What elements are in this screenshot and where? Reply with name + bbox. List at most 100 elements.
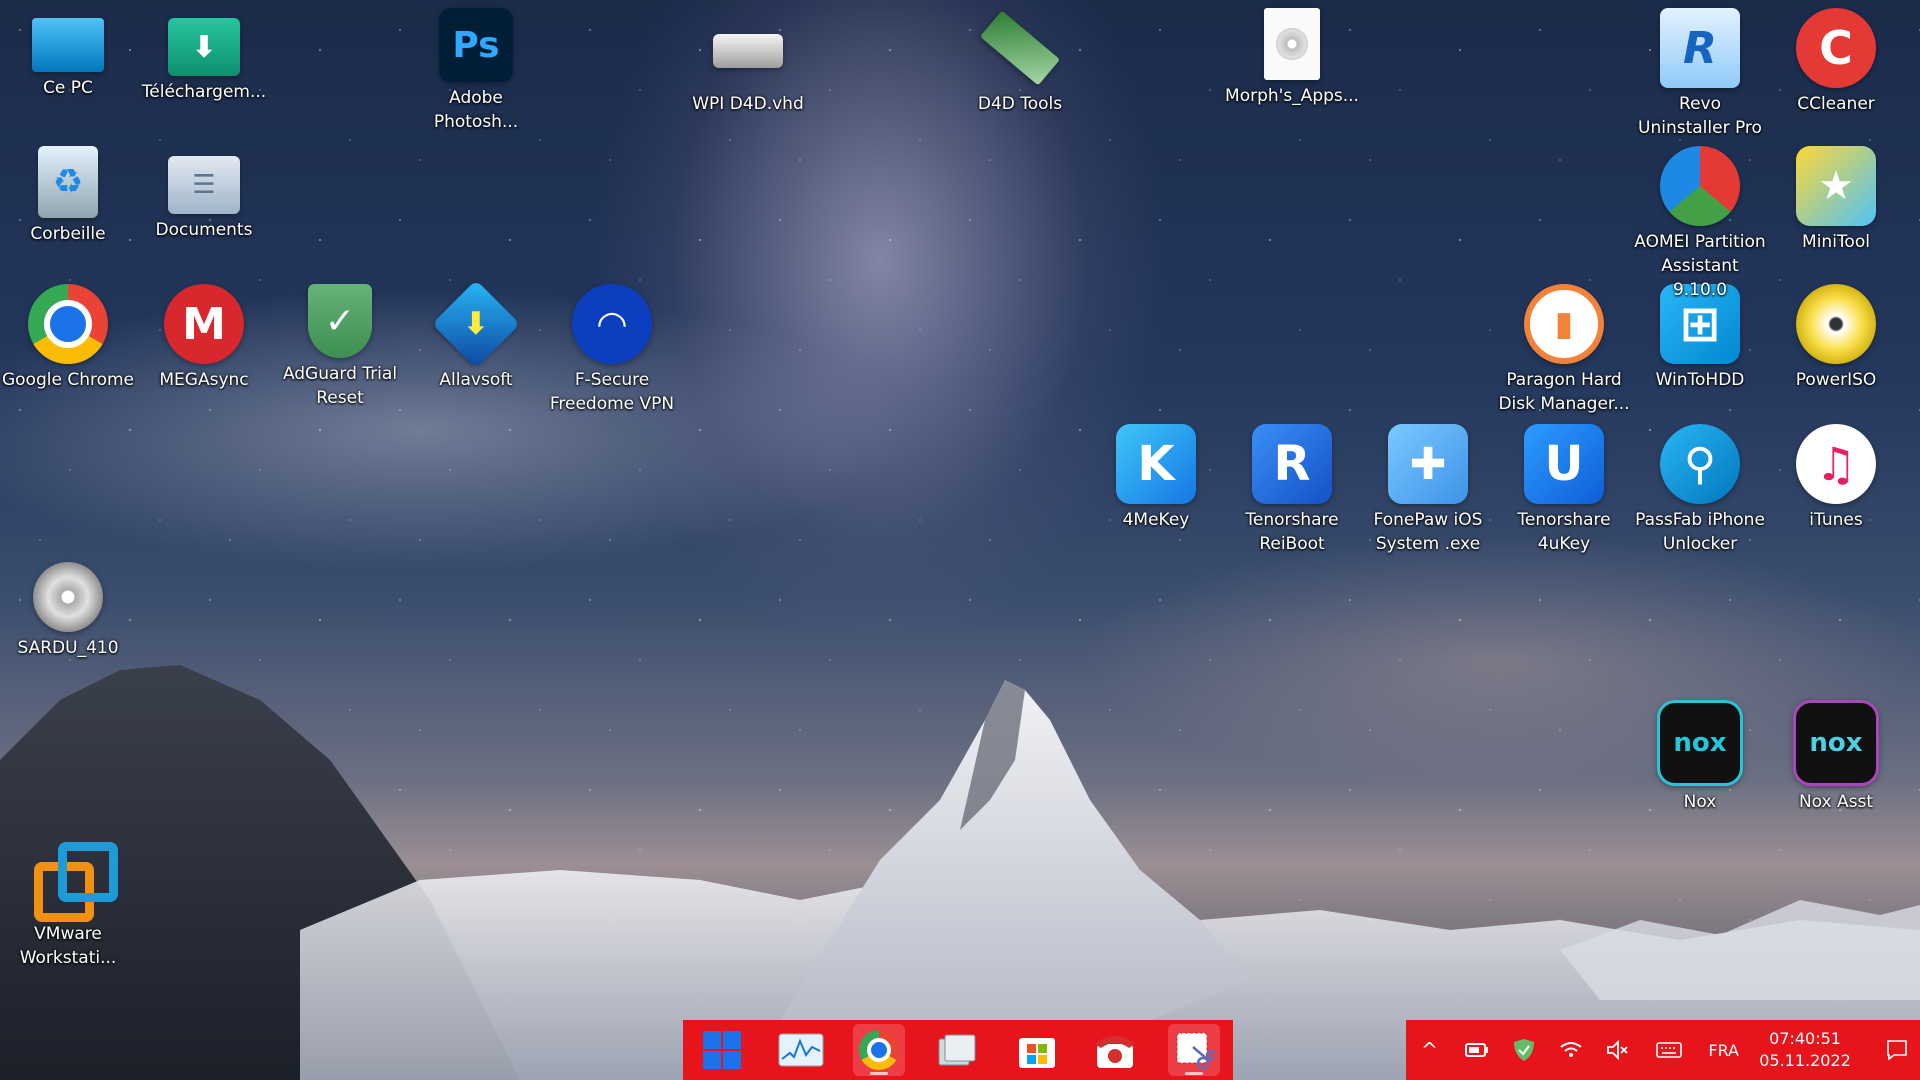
system-tray: ^ FRA 07:40:51 05.11.2022 [1406, 1020, 1920, 1080]
vmware-icon [28, 838, 118, 922]
clock-button[interactable]: 07:40:51 05.11.2022 [1751, 1028, 1859, 1072]
desktop-icon-adguard[interactable]: ✓ AdGuard Trial Reset [272, 284, 408, 410]
task-monitor-button[interactable] [775, 1024, 827, 1076]
desktop-icon-label: AdGuard Trial Reset [282, 364, 398, 408]
paragon-icon: ▮ [1524, 284, 1604, 364]
activity-monitor-icon [778, 1033, 824, 1067]
desktop-icon-revo[interactable]: R Revo Uninstaller Pro [1632, 8, 1768, 140]
volume-muted-icon [1606, 1040, 1628, 1060]
desktop-icon-vmware[interactable]: VMware Workstati... [0, 838, 136, 970]
desktop-icon-label: Morph's_Apps... [1225, 86, 1359, 106]
desktop-icon-documents[interactable]: ☰ Documents [136, 146, 272, 242]
4ukey-icon: U [1524, 424, 1604, 504]
nox-icon: nox [1657, 700, 1743, 786]
allavsoft-icon: ⬇ [431, 279, 521, 369]
input-language-indicator[interactable]: FRA [1696, 1041, 1751, 1060]
telephone-icon [1095, 1036, 1136, 1068]
desktop-icon-d4d-tools[interactable]: D4D Tools [952, 8, 1088, 116]
desktop-icon-label: Adobe Photosh... [433, 88, 519, 132]
desktop-icon-label: AOMEI Partition Assistant 9.10.0 [1634, 232, 1766, 300]
desktop-icon-label: Nox [1683, 792, 1717, 812]
desktop-icon-label: MiniTool [1802, 232, 1870, 252]
desktop-icon-label: Google Chrome [1, 370, 135, 390]
desktop-icon-poweriso[interactable]: PowerISO [1768, 284, 1904, 392]
desktop-icon-morphs-apps[interactable]: Morph's_Apps... [1224, 8, 1360, 108]
desktop-icon-sardu[interactable]: SARDU_410 [0, 562, 136, 660]
desktop-icon-label: Documents [155, 220, 253, 240]
desktop-icon-label: MEGAsync [159, 370, 249, 390]
4mekey-icon: K [1116, 424, 1196, 504]
desktop-icon-label: Allavsoft [439, 370, 513, 390]
desktop-icon-fonepaw[interactable]: ✚ FonePaw iOS System .exe [1360, 424, 1496, 556]
desktop-icon-freedome[interactable]: ◠ F-Secure Freedome VPN [544, 284, 680, 416]
desktop-icon-telechargements[interactable]: ⬇ Téléchargem... [136, 8, 272, 104]
nox-asst-icon: nox [1793, 700, 1879, 786]
desktop-icon-aomei[interactable]: AOMEI Partition Assistant 9.10.0 [1632, 146, 1768, 302]
iso-file-icon [1264, 8, 1320, 80]
desktop-icon-megasync[interactable]: M MEGAsync [136, 284, 272, 392]
desktop-icon-minitool[interactable]: ★ MiniTool [1768, 146, 1904, 254]
shield-icon [1513, 1039, 1534, 1061]
desktop-icon-label: Revo Uninstaller Pro [1638, 94, 1762, 138]
desktop-icon-label: PowerISO [1795, 370, 1877, 390]
touch-keyboard-button[interactable] [1641, 1020, 1696, 1080]
scissors-icon [1176, 1032, 1215, 1070]
desktop-icon-reiboot[interactable]: R Tenorshare ReiBoot [1224, 424, 1360, 556]
desktop-icon-label: CCleaner [1797, 94, 1875, 114]
taskbar-apps [683, 1020, 1233, 1080]
start-button[interactable] [696, 1024, 748, 1076]
chevron-up-icon: ^ [1421, 1038, 1438, 1062]
volume-button[interactable] [1594, 1020, 1641, 1080]
running-indicator [1184, 1072, 1203, 1075]
file-explorer-button[interactable] [932, 1024, 984, 1076]
desktop-icon-label: WinToHDD [1655, 370, 1745, 390]
photoshop-icon: Ps [439, 8, 513, 82]
minitool-icon: ★ [1796, 146, 1876, 226]
clock-date: 05.11.2022 [1759, 1051, 1851, 1070]
desktop-icon-label: Paragon Hard Disk Manager... [1498, 370, 1630, 414]
desktop-icon-itunes[interactable]: ♫ iTunes [1768, 424, 1904, 532]
wifi-button[interactable] [1547, 1020, 1594, 1080]
windows-logo-icon [703, 1031, 742, 1069]
chrome-taskbar-button[interactable] [853, 1024, 906, 1076]
keyboard-icon [1655, 1042, 1682, 1058]
desktop-icon-label: Téléchargem... [141, 82, 267, 102]
notifications-button[interactable] [1873, 1020, 1920, 1080]
desktop-icon-paragon[interactable]: ▮ Paragon Hard Disk Manager... [1496, 284, 1632, 416]
recycle-bin-icon: ♻ [38, 146, 98, 218]
desktop-icon-label: 4MeKey [1122, 510, 1190, 530]
freedome-vpn-icon: ◠ [572, 284, 652, 364]
battery-button[interactable] [1453, 1020, 1500, 1080]
desktop-icon-label: PassFab iPhone Unlocker [1635, 510, 1765, 554]
desktop-icon-label: WPI D4D.vhd [692, 94, 804, 114]
adguard-tray-button[interactable] [1500, 1020, 1547, 1080]
snipping-tool-button[interactable] [1167, 1024, 1220, 1076]
desktop-icon-allavsoft[interactable]: ⬇ Allavsoft [408, 279, 544, 392]
poweriso-icon [1796, 284, 1876, 364]
desktop-icon-wpi-vhd[interactable]: WPI D4D.vhd [680, 8, 816, 116]
desktop-icon-4ukey[interactable]: U Tenorshare 4uKey [1496, 424, 1632, 556]
show-hidden-icons-button[interactable]: ^ [1406, 1020, 1453, 1080]
desktop-icon-label: Corbeille [30, 224, 106, 244]
itunes-icon: ♫ [1796, 424, 1876, 504]
desktop-icon-label: D4D Tools [977, 94, 1063, 114]
desktop-icon-google-chrome[interactable]: Google Chrome [0, 284, 136, 392]
desktop-icon-label: Ce PC [43, 78, 93, 98]
desktop-icon-passfab[interactable]: ⚲ PassFab iPhone Unlocker [1632, 424, 1768, 556]
desktop-icon-corbeille[interactable]: ♻ Corbeille [0, 146, 136, 246]
desktop-icon-ccleaner[interactable]: C CCleaner [1768, 8, 1904, 116]
desktop-icon-nox[interactable]: nox Nox [1632, 700, 1768, 814]
folders-icon [938, 1034, 976, 1066]
phone-app-button[interactable] [1089, 1024, 1141, 1076]
documents-folder-icon: ☰ [168, 156, 240, 214]
store-icon [1018, 1038, 1055, 1068]
fonepaw-icon: ✚ [1388, 424, 1468, 504]
desktop-icon-4mekey[interactable]: K 4MeKey [1088, 424, 1224, 532]
microsoft-store-button[interactable] [1011, 1024, 1063, 1076]
desktop-icon-photoshop[interactable]: Ps Adobe Photosh... [408, 8, 544, 134]
download-folder-icon: ⬇ [168, 18, 240, 76]
desktop-icon-nox-asst[interactable]: nox Nox Asst [1768, 700, 1904, 814]
mega-icon: M [164, 284, 244, 364]
notification-icon [1886, 1040, 1907, 1061]
desktop-icon-ce-pc[interactable]: Ce PC [0, 8, 136, 100]
